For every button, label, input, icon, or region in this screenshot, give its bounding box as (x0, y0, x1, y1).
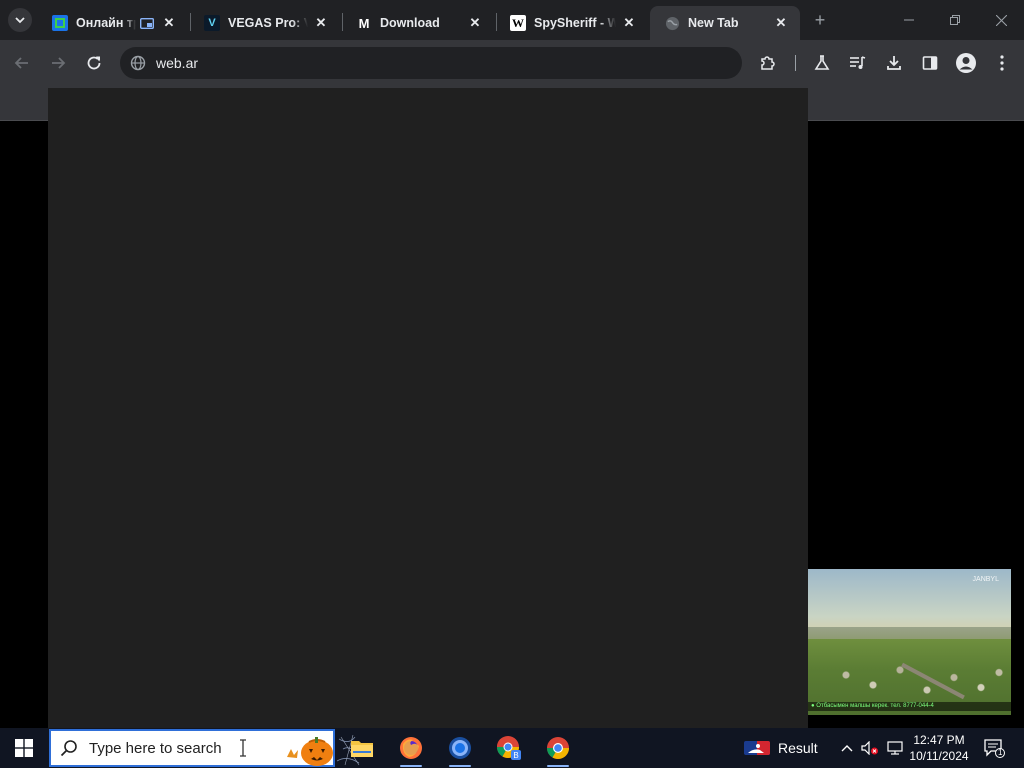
page-content[interactable] (48, 88, 808, 728)
arrow-left-icon (14, 57, 28, 69)
browser-toolbar: web.ar (0, 40, 1024, 86)
network-icon (887, 741, 903, 755)
taskbar-file-explorer[interactable] (338, 728, 386, 768)
chrome-profile-icon: B (497, 736, 521, 760)
downloads-button[interactable] (880, 49, 908, 77)
minimize-icon (904, 19, 914, 21)
firefox-icon (400, 737, 422, 759)
tv-favicon-icon (52, 15, 68, 31)
speaker-muted-icon (861, 741, 878, 755)
tab-search-button[interactable] (8, 8, 32, 32)
active-indicator (400, 765, 422, 767)
chrome-icon (547, 737, 569, 759)
close-icon[interactable]: ✕ (160, 14, 178, 32)
show-hidden-icons-button[interactable] (838, 728, 856, 768)
address-bar[interactable]: web.ar (120, 47, 742, 79)
mlb-result-widget[interactable]: Result (744, 728, 818, 768)
active-indicator (547, 765, 569, 767)
tab-strip: Онлайн трансляция ✕ V VEGAS Pro: Video E… (0, 0, 1024, 40)
labs-button[interactable] (808, 49, 836, 77)
chevron-down-icon (15, 17, 25, 24)
restore-icon (950, 15, 960, 25)
tab-download[interactable]: M Download ✕ (342, 6, 494, 40)
close-icon[interactable]: ✕ (312, 14, 330, 32)
minimize-button[interactable] (886, 0, 932, 40)
close-icon[interactable]: ✕ (466, 14, 484, 32)
forward-button[interactable] (44, 49, 72, 77)
text-cursor-icon (239, 739, 247, 762)
more-vertical-icon (1000, 55, 1004, 71)
music-queue-icon (850, 56, 866, 69)
reload-icon (87, 56, 101, 70)
taskbar-chrome-profile[interactable]: B (485, 728, 533, 768)
tab-title: SpySheriff - Wikipedia (534, 16, 616, 30)
url-text[interactable]: web.ar (156, 55, 198, 71)
vegas-favicon-icon: V (204, 15, 220, 31)
extensions-button[interactable] (754, 49, 782, 77)
restore-button[interactable] (932, 0, 978, 40)
tab-title: VEGAS Pro: Video Editing (228, 16, 308, 30)
chrome-dev-icon (449, 737, 471, 759)
back-button[interactable] (8, 49, 36, 77)
video-preview[interactable]: JANBYL ● Отбасымен малшы керек. тел. 877… (808, 569, 1011, 715)
notification-center-button[interactable]: 1 (980, 734, 1008, 762)
avatar-icon (956, 53, 976, 73)
close-icon[interactable]: ✕ (620, 14, 638, 32)
tab-title: New Tab (688, 16, 739, 30)
taskbar-firefox[interactable] (387, 728, 435, 768)
active-indicator (449, 765, 471, 767)
picture-in-picture-icon[interactable] (140, 17, 156, 29)
taskbar-search[interactable] (49, 729, 360, 767)
result-label: Result (778, 740, 818, 756)
svg-text:B: B (513, 751, 518, 760)
folder-icon (351, 741, 373, 757)
flask-icon (814, 55, 830, 70)
m-favicon-icon: M (358, 15, 370, 31)
side-panel-icon (922, 56, 938, 70)
new-tab-button[interactable]: + (808, 8, 832, 32)
clock-time: 12:47 PM (913, 733, 965, 747)
download-icon (887, 56, 901, 70)
globe-icon[interactable] (128, 53, 148, 73)
globe-favicon-icon (664, 15, 680, 31)
mlb-logo-icon (744, 741, 770, 755)
plus-icon: + (814, 9, 826, 30)
tab-new-tab[interactable]: New Tab ✕ (650, 6, 800, 40)
taskbar-chrome-dev[interactable] (436, 728, 484, 768)
start-button[interactable] (0, 728, 48, 768)
tab-vegas[interactable]: V VEGAS Pro: Video Editing ✕ (190, 6, 340, 40)
volume-button[interactable] (860, 728, 880, 768)
clock-date: 10/11/2024 (909, 749, 969, 763)
chevron-up-icon (841, 745, 853, 752)
screen: Онлайн трансляция ✕ V VEGAS Pro: Video E… (0, 0, 1024, 768)
tab-title: Онлайн трансляция (76, 16, 136, 30)
close-icon[interactable]: ✕ (772, 14, 790, 32)
taskbar: B Result 12:47 PM 10/11/2024 1 (0, 728, 1024, 768)
tab-title: Download (380, 16, 440, 30)
menu-button[interactable] (988, 49, 1016, 77)
toolbar-divider (795, 55, 796, 71)
puzzle-icon (761, 56, 775, 70)
windows-logo-icon (15, 739, 33, 757)
close-window-button[interactable] (978, 0, 1024, 40)
channel-logo: JANBYL (972, 576, 999, 583)
media-control-button[interactable] (844, 49, 872, 77)
news-ticker: ● Отбасымен малшы керек. тел. 8777-044-4 (808, 702, 1011, 711)
video-village (828, 655, 1008, 705)
tab-wikipedia[interactable]: W SpySheriff - Wikipedia ✕ (496, 6, 648, 40)
wikipedia-favicon-icon: W (510, 15, 526, 31)
close-icon (995, 14, 1007, 26)
system-clock[interactable]: 12:47 PM 10/11/2024 (903, 732, 975, 764)
taskbar-chrome[interactable] (534, 728, 582, 768)
notification-count: 1 (998, 748, 1003, 757)
arrow-right-icon (52, 57, 66, 69)
profile-button[interactable] (952, 49, 980, 77)
tab-online[interactable]: Онлайн трансляция ✕ (38, 6, 188, 40)
side-panel-button[interactable] (916, 49, 944, 77)
search-input[interactable] (89, 739, 229, 757)
search-icon (59, 738, 79, 758)
reload-button[interactable] (80, 49, 108, 77)
